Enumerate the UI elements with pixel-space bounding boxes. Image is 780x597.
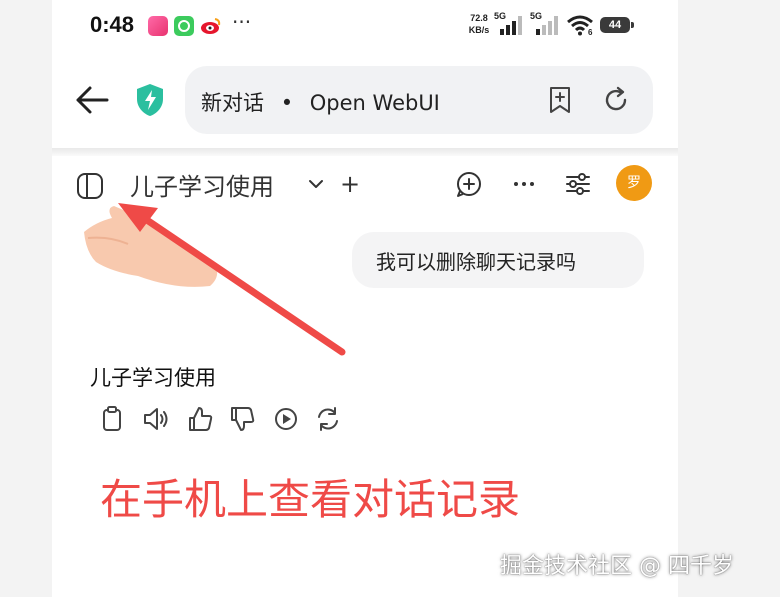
read-aloud-icon[interactable] xyxy=(142,404,170,434)
regenerate-icon[interactable] xyxy=(314,404,342,434)
battery-indicator: 44 xyxy=(600,17,634,33)
messages-app-icon xyxy=(174,16,194,36)
network-speed-unit: KB/s xyxy=(468,25,490,35)
network-speed-value: 72.8 xyxy=(470,13,488,23)
weibo-app-icon xyxy=(200,16,221,36)
new-chat-icon[interactable] xyxy=(454,169,484,199)
annotation-caption: 在手机上查看对话记录 xyxy=(100,475,521,524)
title-separator: • xyxy=(280,91,294,115)
address-bar-title: 新对话 • Open WebUI xyxy=(201,87,440,117)
address-bar[interactable]: 新对话 • Open WebUI xyxy=(185,66,653,134)
wifi-standard-badge: 6 xyxy=(588,28,593,37)
more-options-icon[interactable] xyxy=(509,169,539,199)
add-model-button[interactable]: + xyxy=(340,170,360,198)
chevron-down-icon[interactable] xyxy=(306,175,326,193)
notification-app-icons xyxy=(148,16,221,36)
shop-app-icon xyxy=(148,16,168,36)
model-selector-name[interactable]: 儿子学习使用 xyxy=(130,167,274,202)
back-arrow-icon[interactable] xyxy=(74,84,110,116)
screenshot-page: 0:48 ··· 72.8 KB/s 5G 5G 6 44 新对话 • Open… xyxy=(0,0,780,597)
settings-sliders-icon[interactable] xyxy=(563,169,593,199)
copy-icon[interactable] xyxy=(98,404,126,434)
status-time: 0:48 xyxy=(90,12,135,37)
sidebar-toggle-icon[interactable] xyxy=(76,172,104,200)
watermark-text: 掘金技术社区 @ 四千岁 xyxy=(500,554,734,579)
refresh-icon[interactable] xyxy=(601,85,631,115)
user-message-text: 我可以删除聊天记录吗 xyxy=(376,250,576,274)
page-title: 新对话 xyxy=(201,91,264,115)
network-speed: 72.8 KB/s xyxy=(464,12,494,36)
security-shield-icon[interactable] xyxy=(134,82,166,118)
user-message-bubble: 我可以删除聊天记录吗 xyxy=(352,232,644,288)
site-name: Open WebUI xyxy=(309,91,440,115)
status-more-dots: ··· xyxy=(232,10,252,34)
bookmark-add-icon[interactable] xyxy=(545,85,575,115)
browser-toolbar: 新对话 • Open WebUI xyxy=(52,56,678,148)
thumbs-up-icon[interactable] xyxy=(186,404,214,434)
sim2-signal-icon xyxy=(536,16,558,35)
toolbar-divider xyxy=(52,148,678,156)
status-bar: 0:48 ··· 72.8 KB/s 5G 5G 6 44 xyxy=(52,0,678,56)
play-icon[interactable] xyxy=(272,404,300,434)
user-avatar[interactable]: 罗 xyxy=(616,165,652,201)
assistant-message-text: 儿子学习使用 xyxy=(90,366,216,390)
sim1-signal-icon xyxy=(500,16,522,35)
thumbs-down-icon[interactable] xyxy=(228,404,256,434)
chat-header: 儿子学习使用 + 罗 xyxy=(52,158,678,210)
